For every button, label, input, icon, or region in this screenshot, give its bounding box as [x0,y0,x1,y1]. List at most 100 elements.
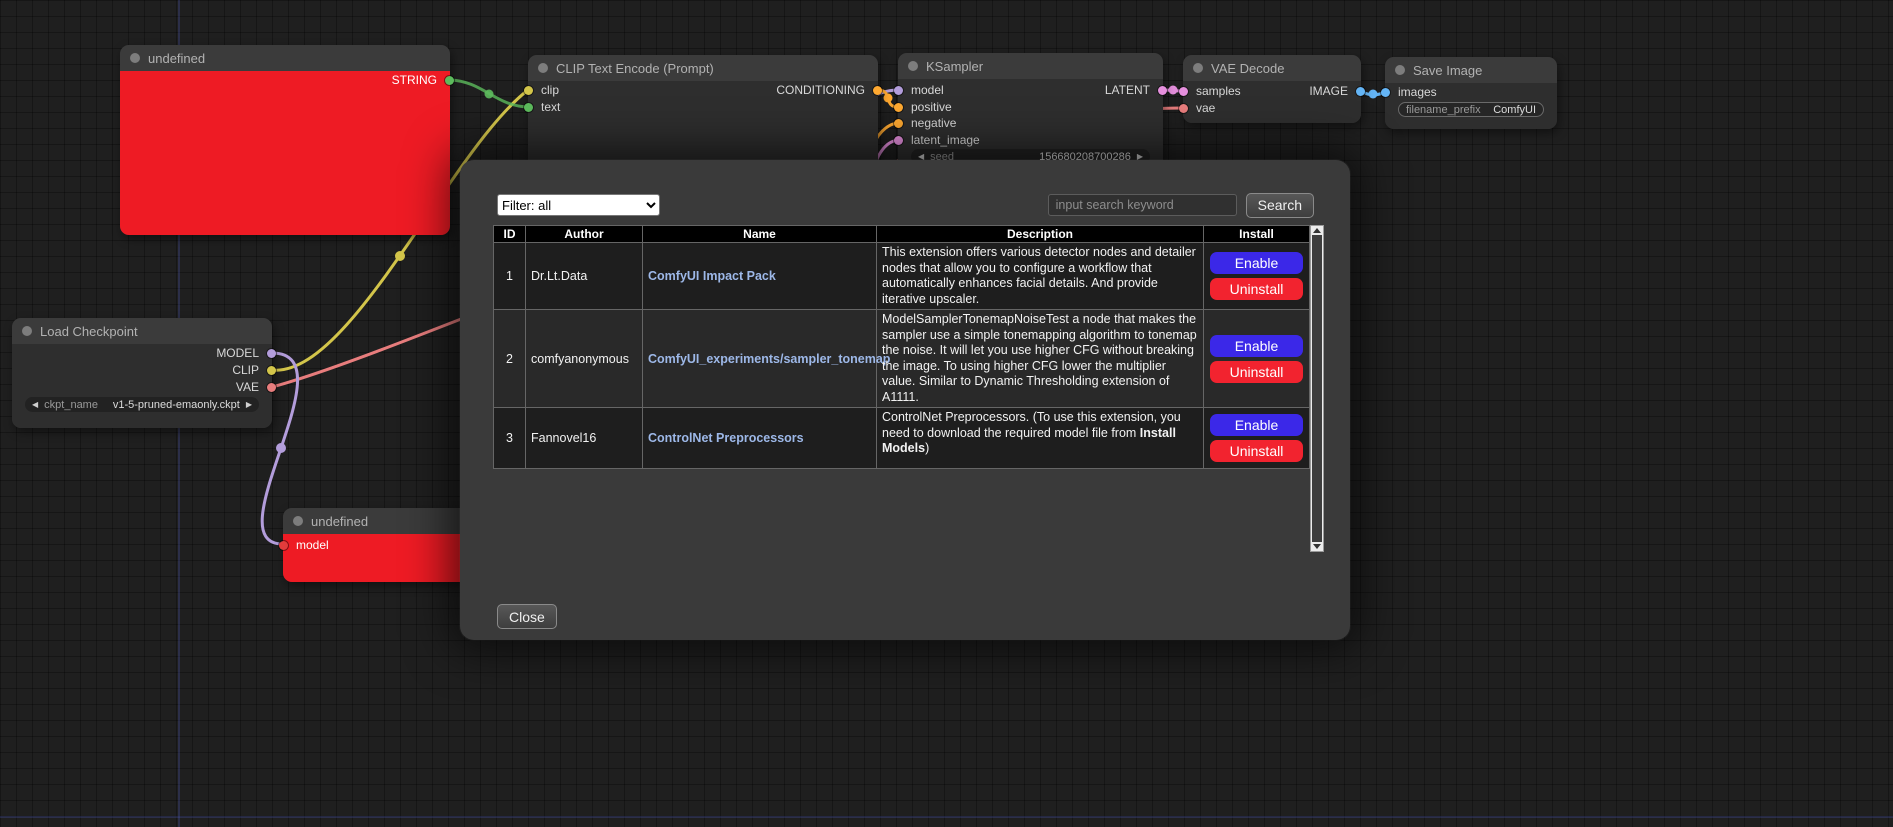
ckpt-name-widget[interactable]: ◀ ckpt_name v1-5-pruned-emaonly.ckpt ▶ [25,397,259,412]
node-header[interactable]: undefined [120,45,450,71]
output-port-clip[interactable] [267,366,276,375]
node-header[interactable]: Save Image [1385,57,1557,83]
node-body: model [283,534,469,582]
node-save-image[interactable]: Save Image images filename_prefix ComfyU… [1385,57,1557,129]
widget-value: ComfyUI [1493,104,1536,116]
close-button[interactable]: Close [497,604,557,629]
scrollbar-thumb[interactable] [1312,235,1322,542]
output-port-vae[interactable] [267,383,276,392]
node-title: KSampler [926,59,983,74]
node-title: VAE Decode [1211,61,1284,76]
ext-author: Dr.Lt.Data [526,243,643,310]
node-header[interactable]: Load Checkpoint [12,318,272,344]
scroll-down-icon[interactable] [1311,542,1323,551]
col-header-id: ID [494,226,526,243]
node-header[interactable]: undefined [283,508,469,534]
input-port-samples[interactable] [1179,87,1188,96]
extension-table-area: ID Author Name Description Install 1 Dr.… [493,225,1323,552]
uninstall-button[interactable]: Uninstall [1210,440,1303,462]
decrement-icon[interactable]: ◀ [32,400,38,409]
uninstall-button[interactable]: Uninstall [1210,278,1303,300]
slot-label-string: STRING [392,73,437,87]
node-load-checkpoint[interactable]: Load Checkpoint MODEL CLIP VAE ◀ ckpt_na… [12,318,272,428]
enable-button[interactable]: Enable [1210,414,1303,436]
search-button[interactable]: Search [1246,193,1314,218]
widget-label: ckpt_name [44,399,98,411]
slot-label-latent-image: latent_image [911,133,980,147]
input-port-model[interactable] [894,86,903,95]
search-box: Search [1048,193,1314,218]
table-header-row: ID Author Name Description Install [494,226,1310,243]
enable-button[interactable]: Enable [1210,335,1303,357]
output-port-latent[interactable] [1158,86,1167,95]
output-port-model[interactable] [267,349,276,358]
slot-label-vae: vae [1196,101,1215,115]
node-title: CLIP Text Encode (Prompt) [556,61,714,76]
slot-label-positive: positive [911,100,952,114]
collapse-dot-icon[interactable] [538,63,548,73]
slot-label-text: text [541,100,560,114]
input-port-vae[interactable] [1179,104,1188,113]
input-port-images[interactable] [1381,88,1390,97]
slot-label-negative: negative [911,116,956,130]
slot-label-samples: samples [1196,84,1241,98]
collapse-dot-icon[interactable] [1395,65,1405,75]
uninstall-button[interactable]: Uninstall [1210,361,1303,383]
extension-link[interactable]: ComfyUI_experiments/sampler_tonemap [648,352,890,366]
node-body: images filename_prefix ComfyUI [1385,83,1557,129]
node-header[interactable]: KSampler [898,53,1163,79]
collapse-dot-icon[interactable] [908,61,918,71]
node-undefined-bottom[interactable]: undefined model [283,508,469,582]
enable-button[interactable]: Enable [1210,252,1303,274]
col-header-author: Author [526,226,643,243]
output-port-string[interactable] [445,76,454,85]
node-header[interactable]: VAE Decode [1183,55,1361,81]
extension-link[interactable]: ControlNet Preprocessors [648,431,804,445]
node-body: MODEL CLIP VAE ◀ ckpt_name v1-5-pruned-e… [12,344,272,428]
input-port-latent-image[interactable] [894,136,903,145]
slot-label-latent: LATENT [1105,83,1150,97]
input-port-clip[interactable] [524,86,533,95]
slot-label-images: images [1398,85,1437,99]
col-header-name: Name [643,226,877,243]
desc-text: ModelSamplerTonemapNoiseTest a node that… [882,312,1197,404]
slot-label-clip: clip [541,83,559,97]
output-port-image[interactable] [1356,87,1365,96]
node-graph-canvas[interactable]: undefined STRING CLIP Text Encode (Promp… [0,0,1893,827]
extension-table: ID Author Name Description Install 1 Dr.… [493,225,1310,469]
node-body: STRING [120,71,450,235]
collapse-dot-icon[interactable] [130,53,140,63]
output-port-conditioning[interactable] [873,86,882,95]
node-header[interactable]: CLIP Text Encode (Prompt) [528,55,878,81]
node-undefined-top[interactable]: undefined STRING [120,45,450,235]
dialog-toolbar: Filter: all Search [497,192,1314,218]
desc-text: ControlNet Preprocessors. (To use this e… [882,410,1181,440]
input-port-positive[interactable] [894,103,903,112]
filter-select[interactable]: Filter: all [497,194,660,216]
input-port-negative[interactable] [894,119,903,128]
node-vae-decode[interactable]: VAE Decode samples IMAGE vae [1183,55,1361,123]
extension-link[interactable]: ComfyUI Impact Pack [648,269,776,283]
slot-label-model: model [911,83,944,97]
canvas-boundary-horizontal [0,816,1893,818]
node-body: samples IMAGE vae [1183,81,1361,123]
input-port-text[interactable] [524,103,533,112]
ext-description: ControlNet Preprocessors. (To use this e… [877,408,1204,469]
collapse-dot-icon[interactable] [1193,63,1203,73]
extension-row: 2 comfyanonymous ComfyUI_experiments/sam… [494,310,1310,408]
slot-label-vae: VAE [236,380,259,394]
increment-icon[interactable]: ▶ [246,400,252,409]
widget-value: v1-5-pruned-emaonly.ckpt [113,399,240,411]
filename-prefix-widget[interactable]: filename_prefix ComfyUI [1398,102,1544,117]
node-title: undefined [148,51,205,66]
node-ksampler[interactable]: KSampler model LATENT positive negative … [898,53,1163,171]
collapse-dot-icon[interactable] [293,516,303,526]
search-input[interactable] [1048,194,1237,216]
input-port-model[interactable] [279,541,288,550]
slot-label-image: IMAGE [1309,84,1348,98]
table-scrollbar[interactable] [1310,225,1324,552]
ext-id: 1 [494,243,526,310]
scroll-up-icon[interactable] [1311,226,1323,235]
ext-author: comfyanonymous [526,310,643,408]
collapse-dot-icon[interactable] [22,326,32,336]
